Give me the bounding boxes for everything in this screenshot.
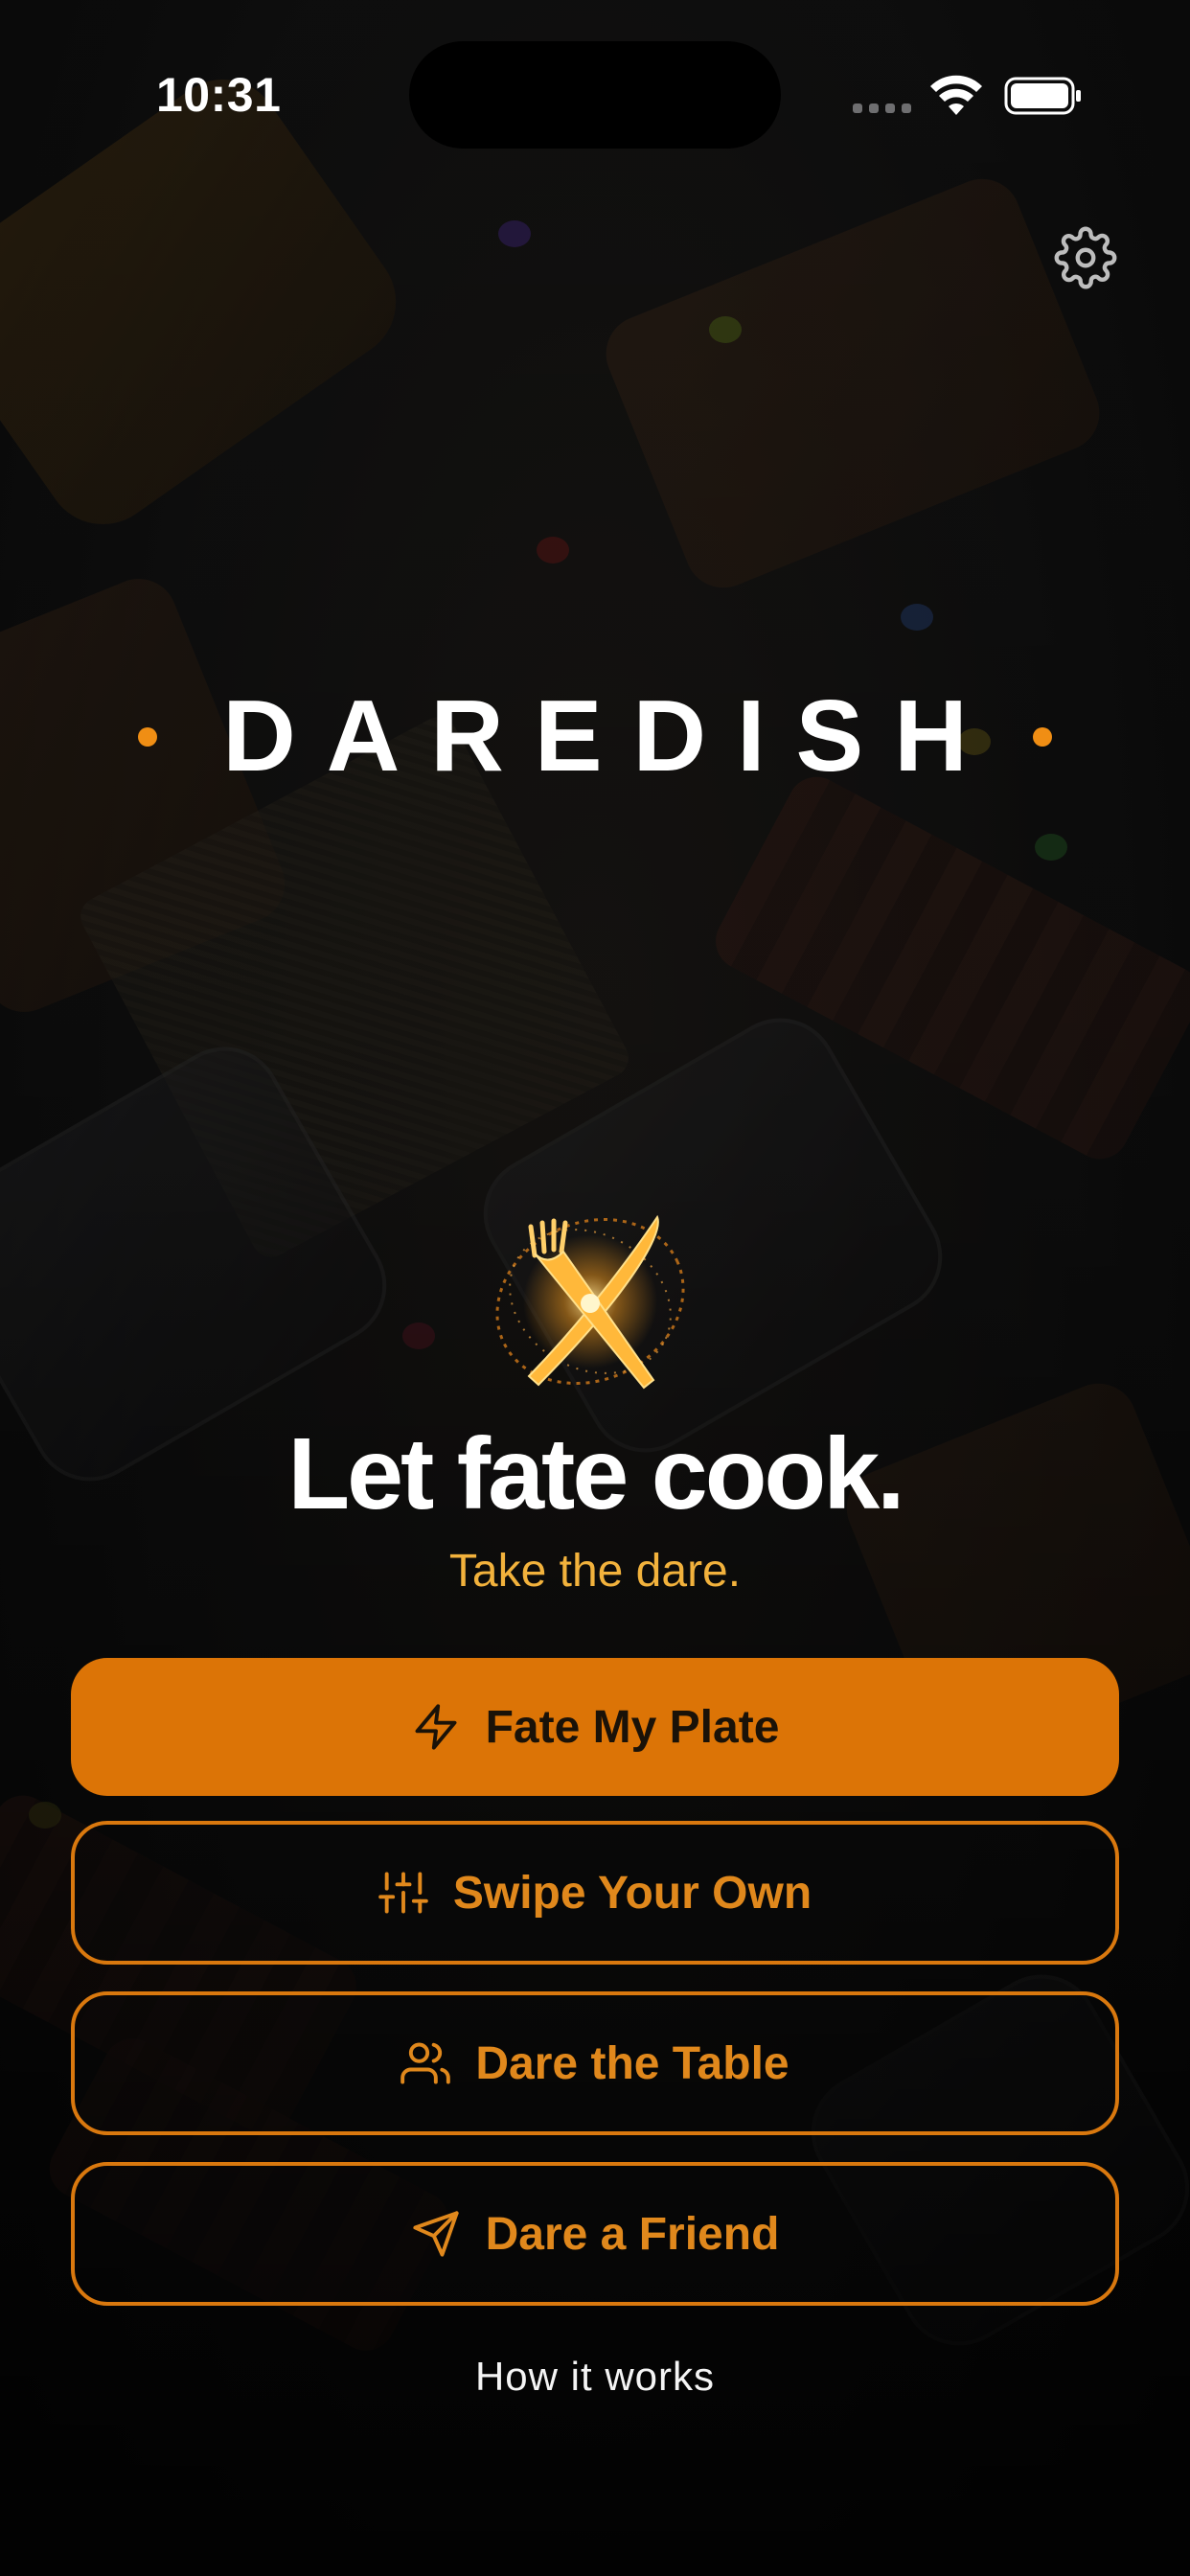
- battery-icon: [1004, 77, 1081, 115]
- brand-dot-right: [1032, 726, 1052, 747]
- swipe-your-own-button[interactable]: Swipe Your Own: [71, 1821, 1119, 1965]
- status-time: 10:31: [156, 68, 282, 122]
- swipe-your-own-label: Swipe Your Own: [452, 1867, 812, 1919]
- gear-icon[interactable]: [1054, 226, 1117, 289]
- brand-dot-left: [138, 726, 158, 747]
- brand-name: DAREDISH: [222, 679, 998, 793]
- send-icon: [412, 2211, 459, 2257]
- how-it-works-link[interactable]: How it works: [0, 2354, 1190, 2400]
- subheadline: Take the dare.: [448, 1546, 742, 1597]
- dare-the-table-button[interactable]: Dare the Table: [71, 1991, 1119, 2135]
- dare-a-friend-label: Dare a Friend: [485, 2208, 780, 2260]
- fate-my-plate-button[interactable]: Fate My Plate: [71, 1658, 1119, 1796]
- fate-my-plate-label: Fate My Plate: [485, 1701, 780, 1753]
- dare-the-table-label: Dare the Table: [475, 2037, 790, 2089]
- crossed-fork-knife-sparkle-icon: [495, 1214, 685, 1390]
- wifi-icon: [930, 75, 982, 115]
- headline: Let fate cook.: [287, 1417, 904, 1530]
- users-icon: [400, 2042, 451, 2084]
- cellular-icon: [853, 104, 911, 113]
- lightning-icon: [415, 1704, 457, 1750]
- dare-a-friend-button[interactable]: Dare a Friend: [71, 2162, 1119, 2306]
- sliders-icon: [378, 1872, 428, 1914]
- brand-title: DAREDISH: [0, 678, 1190, 794]
- dynamic-island: [409, 41, 781, 149]
